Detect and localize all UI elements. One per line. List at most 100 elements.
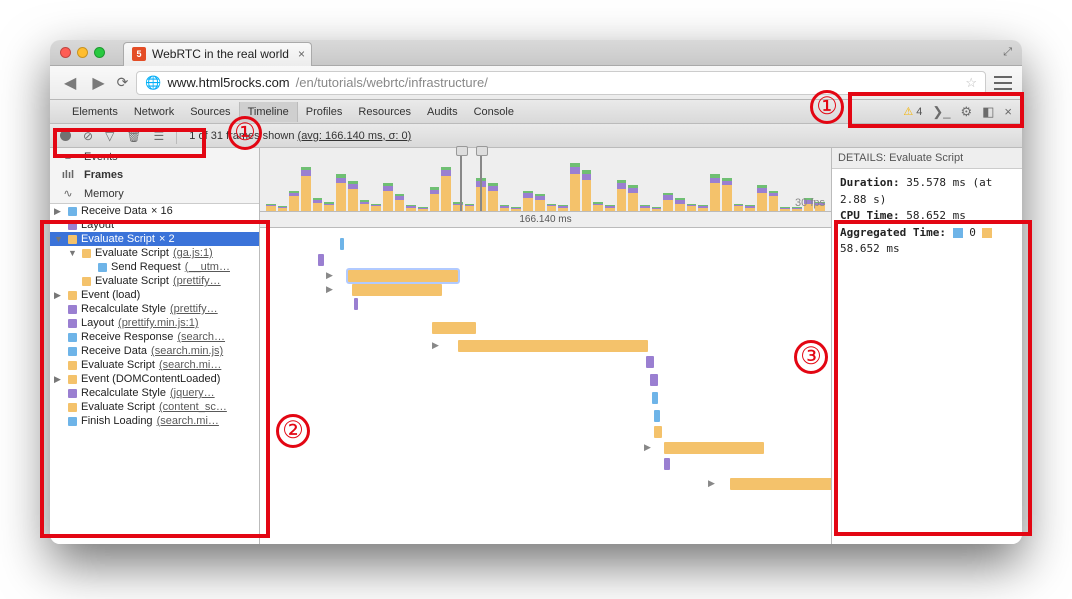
warning-count: 4 (916, 106, 922, 118)
browser-tab[interactable]: WebRTC in the real world × (123, 42, 312, 66)
tab-network[interactable]: Network (126, 102, 182, 122)
url-domain: www.html5rocks.com (168, 75, 290, 90)
flame-bar[interactable] (354, 298, 358, 310)
time-ruler: 166.140 ms (260, 212, 831, 228)
view-category-list: ≡ Events ılıl Frames ∿ Memory (50, 148, 259, 204)
record-row[interactable]: Recalculate Style (jquery… (50, 386, 259, 400)
record-row[interactable]: Recalculate Style (prettify… (50, 302, 259, 316)
flame-bar[interactable] (654, 426, 662, 438)
record-row[interactable]: ▼Evaluate Script (ga.js:1) (50, 246, 259, 260)
flame-bar[interactable] (664, 442, 764, 454)
duration-label: Duration: (840, 176, 900, 189)
record-row[interactable]: ▶Event (load) (50, 288, 259, 302)
loading-chip-icon (953, 228, 963, 238)
scripting-chip-icon (982, 228, 992, 238)
left-panel: ≡ Events ılıl Frames ∿ Memory ▶Receive D… (50, 148, 260, 544)
browser-tabstrip: WebRTC in the real world × ⤢ (50, 40, 1022, 66)
warnings-badge[interactable]: ⚠ 4 (903, 105, 922, 118)
flame-bar[interactable] (650, 374, 658, 386)
reload-icon[interactable]: ⟳ (117, 74, 129, 91)
tab-resources[interactable]: Resources (350, 102, 419, 122)
settings-gear-icon[interactable]: ⚙ (960, 104, 972, 120)
events-icon: ≡ (60, 151, 76, 163)
clear-icon[interactable]: ⊘ (83, 129, 93, 143)
flame-bar[interactable] (458, 340, 648, 352)
bookmark-star-icon[interactable]: ☆ (965, 75, 977, 91)
url-path: /en/tutorials/webrtc/infrastructure/ (296, 75, 488, 90)
dock-side-icon[interactable]: ◧ (982, 104, 994, 120)
fps-label: 30 fps (795, 197, 825, 209)
devtools-tabbar: Elements Network Sources Timeline Profil… (50, 100, 1022, 124)
tab-console[interactable]: Console (466, 102, 522, 122)
tab-sources[interactable]: Sources (182, 102, 238, 122)
back-button[interactable]: ◀ (60, 71, 80, 95)
close-devtools-icon[interactable]: × (1004, 104, 1012, 119)
flame-bar[interactable] (352, 284, 442, 296)
aggregated-blue: 0 (969, 226, 976, 239)
record-row[interactable]: Evaluate Script (prettify… (50, 274, 259, 288)
frames-overview[interactable]: 30 fps (260, 148, 831, 212)
warning-icon: ⚠ (903, 105, 913, 118)
cpu-time-label: CPU Time: (840, 209, 900, 222)
browser-window: WebRTC in the real world × ⤢ ◀ ▶ ⟳ 🌐 www… (50, 40, 1022, 544)
record-row[interactable]: Evaluate Script (search.mi… (50, 358, 259, 372)
close-window[interactable] (60, 47, 71, 58)
tab-title: WebRTC in the real world (152, 47, 289, 61)
forward-button[interactable]: ▶ (88, 71, 108, 95)
aggregated-value: 58.652 ms (840, 241, 1014, 258)
record-row[interactable]: ▼Evaluate Script × 2 (50, 232, 259, 246)
record-row[interactable]: Receive Data (search.min.js) (50, 344, 259, 358)
overview-handle-right[interactable] (480, 148, 482, 211)
record-row[interactable]: Evaluate Script (content_sc… (50, 400, 259, 414)
view-frames[interactable]: ılıl Frames (50, 166, 259, 184)
record-row[interactable]: Layout (prettify.min.js:1) (50, 316, 259, 330)
details-panel: DETAILS: Evaluate Script Duration: 35.57… (832, 148, 1022, 544)
console-drawer-icon[interactable]: ❯_ (932, 104, 950, 120)
flame-bar[interactable] (348, 270, 458, 282)
traffic-lights (60, 47, 105, 58)
flame-bar[interactable] (646, 356, 654, 368)
frames-summary: 1 of 31 frames shown (avg: 166.140 ms, σ… (189, 130, 411, 142)
garbage-collect-icon[interactable]: 🗑 (126, 129, 141, 143)
zoom-window[interactable] (94, 47, 105, 58)
center-panel: 30 fps 166.140 ms ▶▶▶▶▶ (260, 148, 832, 544)
record-row[interactable]: Finish Loading (search.mi… (50, 414, 259, 428)
overview-handle-left[interactable] (460, 148, 462, 211)
tab-close-icon[interactable]: × (298, 47, 305, 61)
tab-elements[interactable]: Elements (64, 102, 126, 122)
record-row[interactable]: Send Request (__utm… (50, 260, 259, 274)
record-row[interactable]: Layout (50, 218, 259, 232)
flame-bar[interactable] (664, 458, 670, 470)
record-row[interactable]: ▶Receive Data × 16 (50, 204, 259, 218)
flame-bar[interactable] (652, 392, 658, 404)
filter-icon[interactable]: ▽ (105, 129, 114, 143)
browser-navbar: ◀ ▶ ⟳ 🌐 www.html5rocks.com/en/tutorials/… (50, 66, 1022, 100)
flame-bar[interactable] (654, 410, 660, 422)
flame-bar[interactable] (318, 254, 324, 266)
globe-icon: 🌐 (145, 75, 161, 91)
record-row[interactable]: ▶Event (DOMContentLoaded) (50, 372, 259, 386)
minimize-window[interactable] (77, 47, 88, 58)
timeline-toolbar: ⊘ ▽ 🗑 ☰ 1 of 31 frames shown (avg: 166.1… (50, 124, 1022, 148)
chrome-menu-icon[interactable] (994, 76, 1012, 90)
frames-icon: ılıl (60, 169, 76, 181)
record-row[interactable]: Receive Response (search… (50, 330, 259, 344)
records-list[interactable]: ▶Receive Data × 16Layout▼Evaluate Script… (50, 204, 259, 544)
frames-view-icon[interactable]: ☰ (154, 129, 165, 143)
flame-chart[interactable]: ▶▶▶▶▶ (260, 228, 831, 544)
memory-icon: ∿ (60, 187, 76, 200)
flame-bar[interactable] (432, 322, 476, 334)
tab-profiles[interactable]: Profiles (298, 102, 351, 122)
view-memory[interactable]: ∿ Memory (50, 184, 259, 203)
view-events[interactable]: ≡ Events (50, 148, 259, 166)
tab-audits[interactable]: Audits (419, 102, 466, 122)
address-bar[interactable]: 🌐 www.html5rocks.com/en/tutorials/webrtc… (136, 71, 986, 95)
fullscreen-icon[interactable]: ⤢ (1003, 46, 1012, 59)
flame-bar[interactable] (730, 478, 831, 490)
flame-bar[interactable] (340, 238, 344, 250)
record-button[interactable] (60, 130, 71, 141)
tab-timeline[interactable]: Timeline (239, 102, 298, 122)
aggregated-time-label: Aggregated Time: (840, 226, 946, 239)
favicon-html5-icon (132, 47, 146, 61)
devtools-body: ≡ Events ılıl Frames ∿ Memory ▶Receive D… (50, 148, 1022, 544)
